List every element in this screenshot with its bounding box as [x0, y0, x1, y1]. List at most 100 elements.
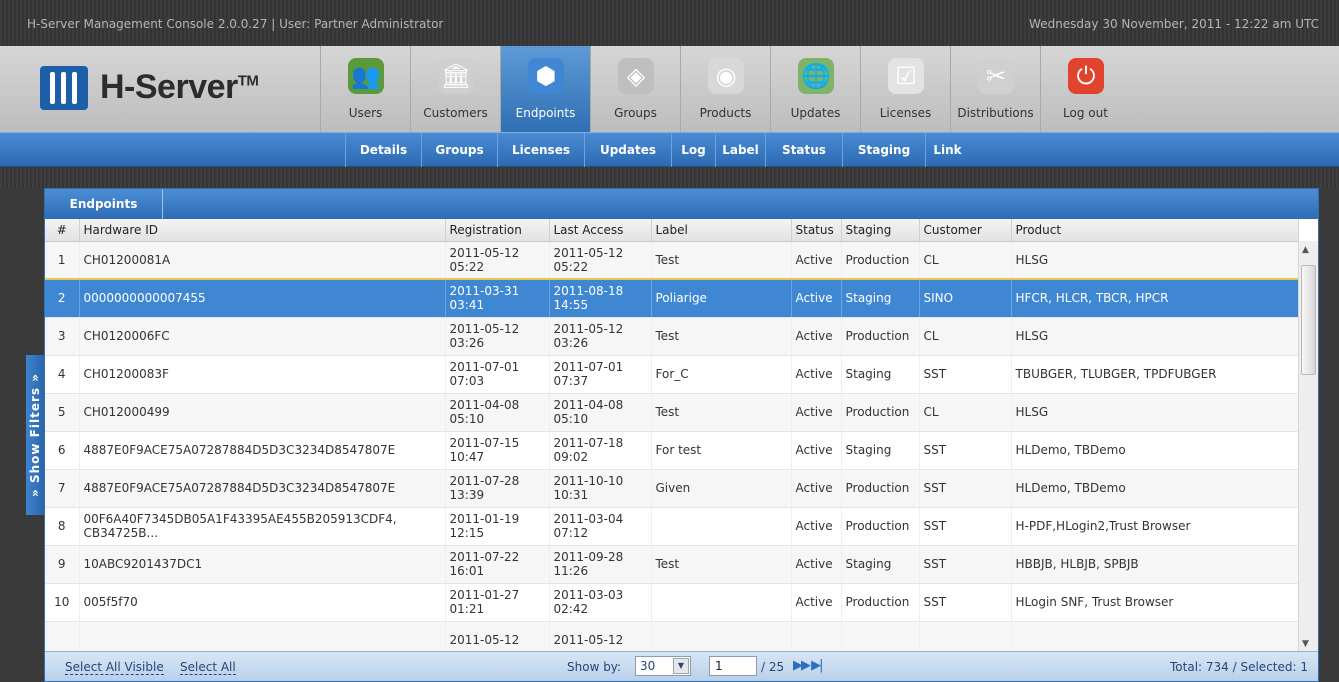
nav-label: Log out — [1063, 106, 1108, 120]
nav-label: Groups — [614, 106, 657, 120]
table-cell: Poliarige — [651, 278, 792, 318]
page-number-input[interactable]: 1 — [709, 656, 757, 676]
nav-customers-button[interactable]: 🏛 Customers — [410, 46, 500, 132]
table-cell: 2 — [45, 278, 80, 318]
app-title: H-Server Management Console 2.0.0.27 | U… — [27, 17, 444, 31]
show-filters-tab[interactable]: » Show Filters » — [26, 355, 44, 515]
table-cell — [791, 621, 842, 653]
chevron-down-icon[interactable]: ▼ — [673, 658, 689, 674]
title-bar: H-Server Management Console 2.0.0.27 | U… — [0, 0, 1339, 46]
column-header[interactable]: Staging — [841, 219, 920, 242]
column-header[interactable]: Hardware ID — [79, 219, 446, 242]
column-header[interactable]: Last Access — [549, 219, 652, 242]
table-cell: 2011-07-01 07:37 — [549, 355, 652, 394]
table-cell — [651, 583, 792, 622]
logo: H-ServerTM — [20, 46, 320, 132]
table-cell: SST — [919, 583, 1012, 622]
scroll-thumb[interactable] — [1301, 265, 1316, 375]
date-time: Wednesday 30 November, 2011 - 12:22 am U… — [1029, 17, 1319, 31]
table-cell: Production — [841, 241, 920, 280]
table-cell: 0000000000007455 — [79, 278, 446, 318]
next-page-icon[interactable]: ▶▶ ▶| — [793, 658, 823, 673]
nav-label: Products — [699, 106, 752, 120]
table-cell: Production — [841, 583, 920, 622]
subtab-groups[interactable]: Groups — [421, 133, 497, 167]
subtab-staging[interactable]: Staging — [842, 133, 925, 167]
nav-licenses-button[interactable]: ☑ Licenses — [860, 46, 950, 132]
column-header[interactable]: Status — [791, 219, 842, 242]
scroll-up-icon[interactable]: ▲ — [1302, 245, 1309, 255]
table-cell: HFCR, HLCR, TBCR, HPCR — [1011, 278, 1299, 318]
tab-endpoints[interactable]: Endpoints — [45, 189, 163, 219]
subtab-log[interactable]: Log — [671, 133, 715, 167]
table-cell: 2011-05-12 03:26 — [549, 317, 652, 356]
nav-label: Customers — [423, 106, 488, 120]
logo-mark-icon — [40, 66, 88, 110]
table-cell: SST — [919, 507, 1012, 546]
table-row[interactable]: 1 CH01200081A 2011-05-12 05:22 2011-05-12 0… — [45, 241, 1299, 280]
table-cell: 2011-01-27 01:21 — [445, 583, 550, 622]
table-cell: 2011-01-19 12:15 — [445, 507, 550, 546]
table-row[interactable]: 4 CH01200083F 2011-07-01 07:03 2011-07-01 0… — [45, 355, 1299, 394]
nav-users-button[interactable]: 👥 Users — [320, 46, 410, 132]
table-row[interactable]: 10 005f5f70 2011-01-27 01:21 2011-03-03 02:… — [45, 583, 1299, 622]
table-cell: 10ABC9201437DC1 — [79, 545, 446, 584]
table-row[interactable]: 3 CH0120006FC 2011-05-12 03:26 2011-05-12 0… — [45, 317, 1299, 356]
table-cell: SST — [919, 355, 1012, 394]
table-cell: 2011-05-12 — [549, 621, 652, 653]
disc-icon: ◉ — [708, 58, 744, 94]
table-cell: Active — [791, 278, 842, 318]
table-cell: 4887E0F9ACE75A07287884D5D3C3234D8547807E — [79, 431, 446, 470]
table-cell: HLDemo, TBDemo — [1011, 431, 1299, 470]
select-all-visible-link[interactable]: Select All Visible — [65, 660, 164, 675]
nav-updates-button[interactable]: 🌐 Updates — [770, 46, 860, 132]
table-row[interactable]: 7 4887E0F9ACE75A07287884D5D3C3234D8547807… — [45, 469, 1299, 508]
cubes-icon: ◈ — [618, 58, 654, 94]
subtab-updates[interactable]: Updates — [584, 133, 671, 167]
nav-label: Users — [348, 106, 383, 120]
show-by-select[interactable]: 30 ▼ — [635, 656, 691, 676]
show-by-label: Show by: — [567, 660, 622, 674]
nav-products-button[interactable]: ◉ Products — [680, 46, 770, 132]
table-row[interactable]: 6 4887E0F9ACE75A07287884D5D3C3234D8547807… — [45, 431, 1299, 470]
column-header[interactable]: Customer — [919, 219, 1012, 242]
table-cell: Staging — [841, 278, 920, 318]
subtab-label[interactable]: Label — [715, 133, 765, 167]
table-cell: 9 — [45, 545, 80, 584]
table-cell: 1 — [45, 241, 80, 280]
table-row[interactable]: 9 10ABC9201437DC1 2011-07-22 16:01 2011-09-… — [45, 545, 1299, 584]
table-cell: Staging — [841, 545, 920, 584]
table-cell: 2011-03-04 07:12 — [549, 507, 652, 546]
nav-endpoints-button[interactable]: ⬢ Endpoints — [500, 46, 590, 132]
subtab-licenses[interactable]: Licenses — [497, 133, 584, 167]
table-cell: Staging — [841, 355, 920, 394]
nav-groups-button[interactable]: ◈ Groups — [590, 46, 680, 132]
column-header[interactable]: Product — [1011, 219, 1299, 242]
table-row[interactable]: 8 00F6A40F7345DB05A1F43395AE455B205913CDF… — [45, 507, 1299, 546]
table-row[interactable]: 2 0000000000007455 2011-03-31 03:41 2011-08… — [45, 278, 1299, 318]
table-cell: 2011-05-12 03:26 — [445, 317, 550, 356]
subtab-details[interactable]: Details — [345, 133, 421, 167]
table-cell: Given — [651, 469, 792, 508]
nav-log-out-button[interactable]: ⏻ Log out — [1040, 46, 1130, 132]
subtab-link[interactable]: Link — [925, 133, 969, 167]
table-row[interactable]: 5 CH012000499 2011-04-08 05:10 2011-04-08 0… — [45, 393, 1299, 432]
table-cell: HLDemo, TBDemo — [1011, 469, 1299, 508]
table-cell: 3 — [45, 317, 80, 356]
page-count: / 25 — [761, 660, 785, 674]
table-cell: Active — [791, 355, 842, 394]
select-all-link[interactable]: Select All — [180, 660, 236, 675]
table-cell: Test — [651, 241, 792, 280]
table-row[interactable]: 2011-05-12 2011-05-12 — [45, 621, 1299, 653]
column-header[interactable]: Registration — [445, 219, 550, 242]
column-header[interactable]: # — [45, 219, 80, 242]
column-header[interactable]: Label — [651, 219, 792, 242]
vertical-scrollbar[interactable]: ▲ ▼ — [1298, 241, 1318, 653]
table-cell: HLSG — [1011, 241, 1299, 280]
subtab-status[interactable]: Status — [765, 133, 842, 167]
table-cell: CL — [919, 317, 1012, 356]
bank-icon: 🏛 — [438, 58, 474, 94]
scroll-down-icon[interactable]: ▼ — [1302, 639, 1309, 649]
nav-label: Updates — [790, 106, 841, 120]
nav-distributions-button[interactable]: ✂ Distributions — [950, 46, 1040, 132]
